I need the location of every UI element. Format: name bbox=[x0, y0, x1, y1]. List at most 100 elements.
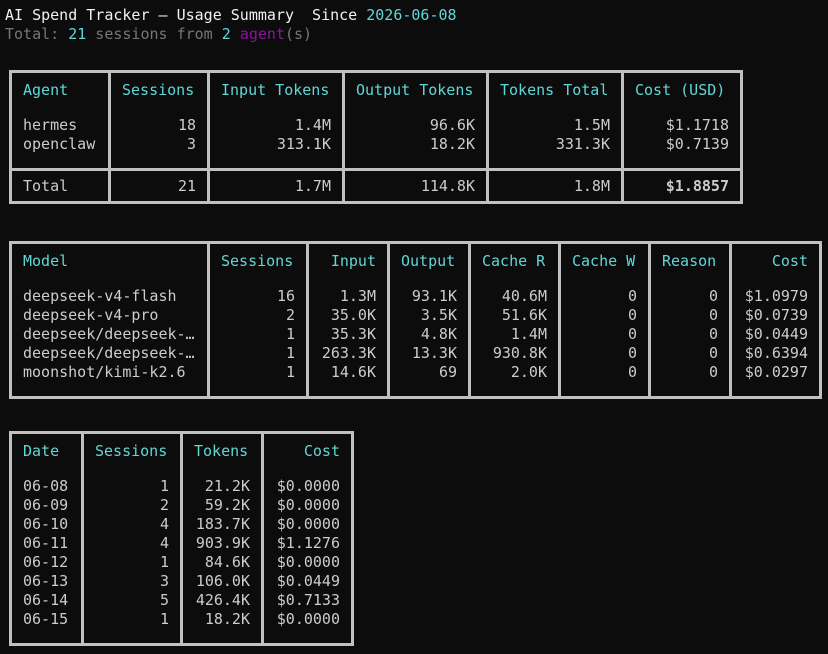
table-cell: 1.4M bbox=[468, 325, 561, 344]
section-title: Usage Summary bbox=[176, 6, 294, 24]
report-subtitle: Total: 21 sessions from 2 agent(s) bbox=[5, 25, 312, 44]
table-row: 06-11 4 903.9K $1.1276 bbox=[9, 534, 354, 553]
daily-summary-table: Date Sessions Tokens Cost 06-08 1 21.2K $0.000… bbox=[9, 431, 354, 646]
column-header: Cost bbox=[261, 432, 354, 468]
table-spacer bbox=[9, 382, 822, 398]
table-row: 06-09 2 59.2K $0.0000 bbox=[9, 496, 354, 515]
table-cell bbox=[108, 154, 210, 170]
table-cell: 16 bbox=[207, 278, 309, 306]
table-cell: 93.1K bbox=[387, 278, 471, 306]
table-row: 06-10 4 183.7K $0.0000 bbox=[9, 515, 354, 534]
column-header: Sessions bbox=[207, 242, 309, 278]
table-cell: 930.8K bbox=[468, 344, 561, 363]
total-cell: Total bbox=[9, 168, 111, 203]
table-row: 06-12 1 84.6K $0.0000 bbox=[9, 553, 354, 572]
table-cell: openclaw bbox=[9, 135, 111, 154]
table-cell: 426.4K bbox=[180, 591, 264, 610]
table-cell: 13.3K bbox=[387, 344, 471, 363]
total-sessions: 21 bbox=[68, 25, 87, 43]
table-cell: 06-08 bbox=[9, 468, 84, 496]
table-cell: $0.0000 bbox=[261, 496, 354, 515]
table-cell: 2 bbox=[81, 496, 183, 515]
table-cell: 4 bbox=[81, 515, 183, 534]
since-label: Since bbox=[294, 6, 367, 24]
column-header: Sessions bbox=[81, 432, 183, 468]
table-row: deepseek-v4-pro 2 35.0K 3.5K 51.6K 0 0 $0.0739 bbox=[9, 306, 822, 325]
table-cell: $0.6394 bbox=[729, 344, 822, 363]
table-cell: 0 bbox=[558, 363, 651, 382]
table-cell bbox=[342, 154, 489, 170]
table-row: hermes 18 1.4M 96.6K 1.5M $1.1718 bbox=[9, 107, 743, 135]
column-header: Output bbox=[387, 242, 471, 278]
table-cell: 40.6M bbox=[468, 278, 561, 306]
table-cell bbox=[180, 629, 264, 645]
table-cell: 1 bbox=[81, 610, 183, 629]
table-cell: 06-09 bbox=[9, 496, 84, 515]
table-cell: $0.7133 bbox=[261, 591, 354, 610]
table-cell: 1 bbox=[207, 344, 309, 363]
agent-summary-table: Agent Sessions Input Tokens Output Tokens To… bbox=[9, 70, 743, 204]
column-header: Sessions bbox=[108, 71, 210, 107]
table-cell: $0.7139 bbox=[621, 135, 743, 154]
model-summary-table: Model Sessions Input Output Cache R Cache W Re… bbox=[9, 241, 822, 399]
table-cell: deepseek/deepseek-… bbox=[9, 325, 210, 344]
table-cell: 0 bbox=[558, 325, 651, 344]
table-cell bbox=[558, 382, 651, 398]
table-cell: 331.3K bbox=[486, 135, 624, 154]
table-row: openclaw 3 313.1K 18.2K 331.3K $0.7139 bbox=[9, 135, 743, 154]
table-cell: $1.1718 bbox=[621, 107, 743, 135]
table-cell: 1 bbox=[81, 468, 183, 496]
table-cell bbox=[648, 382, 732, 398]
table-cell: moonshot/kimi-k2.6 bbox=[9, 363, 210, 382]
table-cell bbox=[9, 382, 210, 398]
table-cell: $1.1276 bbox=[261, 534, 354, 553]
agent-suffix: (s) bbox=[284, 25, 313, 43]
table-cell: 263.3K bbox=[306, 344, 390, 363]
total-cell: 21 bbox=[108, 168, 210, 203]
table-cell: 313.1K bbox=[207, 135, 345, 154]
table-cell bbox=[387, 382, 471, 398]
table-cell: 0 bbox=[558, 306, 651, 325]
table-cell: $0.0000 bbox=[261, 610, 354, 629]
table-cell bbox=[729, 382, 822, 398]
agent-word-spacer bbox=[231, 25, 240, 43]
table-cell: 0 bbox=[558, 278, 651, 306]
column-header: Cache R bbox=[468, 242, 561, 278]
table-cell bbox=[621, 154, 743, 170]
model-table-header: Model Sessions Input Output Cache R Cache W Re… bbox=[9, 242, 822, 278]
column-header: Date bbox=[9, 432, 84, 468]
table-cell: 06-10 bbox=[9, 515, 84, 534]
column-header: Agent bbox=[9, 71, 111, 107]
table-cell: 3 bbox=[108, 135, 210, 154]
table-cell: 06-15 bbox=[9, 610, 84, 629]
table-row: deepseek/deepseek-… 1 35.3K 4.8K 1.4M 0 0 $0.04… bbox=[9, 325, 822, 344]
column-header: Reason bbox=[648, 242, 732, 278]
table-cell: 35.3K bbox=[306, 325, 390, 344]
table-cell: 0 bbox=[648, 344, 732, 363]
table-cell: 903.9K bbox=[180, 534, 264, 553]
table-cell: $0.0297 bbox=[729, 363, 822, 382]
table-cell: 06-13 bbox=[9, 572, 84, 591]
table-cell bbox=[207, 382, 309, 398]
sessions-from-label: sessions from bbox=[86, 25, 222, 43]
table-cell: 183.7K bbox=[180, 515, 264, 534]
table-cell: 2 bbox=[207, 306, 309, 325]
table-row: moonshot/kimi-k2.6 1 14.6K 69 2.0K 0 0 $0.0297 bbox=[9, 363, 822, 382]
table-cell: 21.2K bbox=[180, 468, 264, 496]
table-cell: 4 bbox=[81, 534, 183, 553]
column-header: Tokens Total bbox=[486, 71, 624, 107]
total-cell: 1.8M bbox=[486, 168, 624, 203]
table-cell: 35.0K bbox=[306, 306, 390, 325]
table-cell: 0 bbox=[558, 344, 651, 363]
table-cell bbox=[306, 382, 390, 398]
column-header: Tokens bbox=[180, 432, 264, 468]
table-cell: 3 bbox=[81, 572, 183, 591]
date-table-header: Date Sessions Tokens Cost bbox=[9, 432, 354, 468]
table-cell: hermes bbox=[9, 107, 111, 135]
total-row: Total 21 1.7M 114.8K 1.8M $1.8857 bbox=[9, 168, 743, 203]
table-cell: 18 bbox=[108, 107, 210, 135]
table-cell: 0 bbox=[648, 363, 732, 382]
table-cell bbox=[486, 154, 624, 170]
table-cell: 96.6K bbox=[342, 107, 489, 135]
table-cell: 14.6K bbox=[306, 363, 390, 382]
